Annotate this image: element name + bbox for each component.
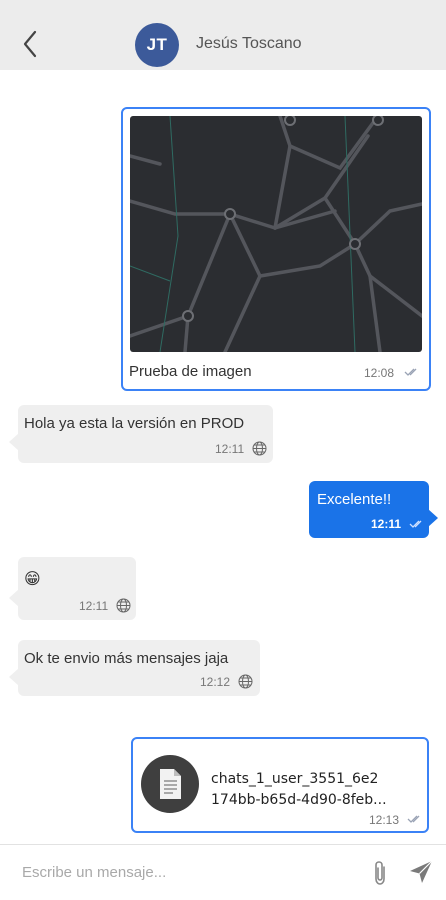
paperclip-icon <box>375 861 385 885</box>
file-name[interactable]: chats_1_user_3551_6e2 174bb-b65d-4d90-8f… <box>211 769 387 811</box>
message-time: 12:11 <box>371 517 402 531</box>
message-text-outgoing[interactable]: Excelente!! 12:11 <box>309 481 438 538</box>
globe-icon <box>252 441 267 456</box>
avatar[interactable]: JT <box>135 23 179 67</box>
send-button[interactable] <box>408 859 434 885</box>
globe-icon <box>238 674 253 689</box>
double-check-icon <box>407 815 420 823</box>
message-text: Hola ya esta la versión en PROD <box>24 415 245 432</box>
contact-name[interactable]: Jesús Toscano <box>196 35 302 53</box>
message-text-incoming[interactable]: Ok te envio más mensajes jaja 12:12 <box>9 640 260 696</box>
chevron-left-icon <box>23 30 37 58</box>
chat-header: JT Jesús Toscano <box>0 0 446 70</box>
message-time: 12:13 <box>369 813 400 827</box>
back-button[interactable] <box>18 29 42 59</box>
message-input[interactable] <box>22 857 352 887</box>
image-thumbnail[interactable] <box>130 116 422 352</box>
send-icon <box>410 860 433 883</box>
message-text-incoming[interactable]: Hola ya esta la versión en PROD 12:11 <box>9 405 273 463</box>
message-file-outgoing[interactable]: chats_1_user_3551_6e2 174bb-b65d-4d90-8f… <box>131 737 429 833</box>
message-time: 12:11 <box>215 442 245 456</box>
message-time: 12:11 <box>79 599 109 613</box>
message-text: Ok te envio más mensajes jaja <box>24 650 229 667</box>
file-icon <box>160 769 181 799</box>
image-caption: Prueba de imagen <box>129 363 252 380</box>
message-time: 12:08 <box>364 366 395 380</box>
file-icon-circle[interactable] <box>141 755 199 813</box>
message-time: 12:12 <box>200 675 231 689</box>
message-emoji-incoming[interactable]: 😁 12:11 <box>9 557 136 620</box>
globe-icon <box>116 598 131 613</box>
message-image-outgoing[interactable]: Prueba de imagen 12:08 <box>121 107 431 391</box>
double-check-icon <box>404 368 417 376</box>
file-name-line1: chats_1_user_3551_6e2 <box>211 771 379 787</box>
emoji: 😁 <box>24 569 41 588</box>
double-check-icon <box>409 520 422 528</box>
message-composer <box>0 845 446 900</box>
message-list[interactable]: Prueba de imagen 12:08 Hola ya esta la v… <box>0 70 446 844</box>
message-text: Excelente!! <box>317 491 392 508</box>
attach-button[interactable] <box>369 859 391 887</box>
file-name-line2: 174bb-b65d-4d90-8feb... <box>211 792 387 808</box>
